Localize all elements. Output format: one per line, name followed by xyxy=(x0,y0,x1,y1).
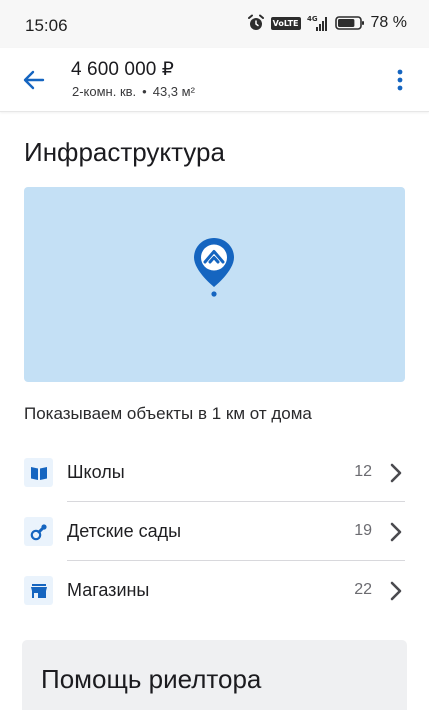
list-item-schools[interactable]: Школы 12 xyxy=(24,443,405,502)
list-item-count: 12 xyxy=(354,463,372,480)
book-icon xyxy=(24,458,53,487)
chevron-right-icon xyxy=(390,581,402,601)
chevron-right-icon xyxy=(390,522,402,542)
list-item-count: 22 xyxy=(354,581,372,598)
more-menu-button[interactable] xyxy=(387,64,413,96)
pacifier-icon xyxy=(24,517,53,546)
radius-description: Показываем объекты в 1 км от дома xyxy=(24,404,312,423)
infrastructure-map[interactable] xyxy=(24,187,405,382)
listing-subtitle: 2-комн. кв. • 43,3 м² xyxy=(72,84,195,99)
infrastructure-list: Школы 12 Детские сады 19 Магазины 22 xyxy=(24,443,405,620)
list-item-kindergartens[interactable]: Детские сады 19 xyxy=(24,502,405,561)
list-item-label: Школы xyxy=(67,462,125,482)
subtitle-separator: • xyxy=(142,84,147,99)
list-item-count: 19 xyxy=(354,522,372,539)
signal-icon: 4G xyxy=(307,15,327,31)
status-bar: 15:06 VoLTE 4G 78 % xyxy=(0,0,429,48)
list-item-label: Магазины xyxy=(67,580,150,600)
infrastructure-title: Инфраструктура xyxy=(24,137,225,167)
store-icon xyxy=(24,576,53,605)
svg-text:4G: 4G xyxy=(307,15,318,23)
more-vertical-icon xyxy=(397,69,403,91)
arrow-left-icon xyxy=(23,70,45,90)
app-bar: 4 600 000 ₽ 2-комн. кв. • 43,3 м² xyxy=(0,48,429,112)
battery-icon xyxy=(334,16,364,30)
home-location-pin-icon xyxy=(194,238,234,297)
listing-price: 4 600 000 ₽ xyxy=(71,59,174,80)
battery-percent: 78 % xyxy=(370,14,407,31)
status-time: 15:06 xyxy=(25,16,68,35)
list-item-label: Детские сады xyxy=(67,521,182,541)
back-button[interactable] xyxy=(14,62,54,98)
listing-area: 43,3 м² xyxy=(152,84,195,99)
volte-icon: VoLTE xyxy=(270,16,301,30)
realtor-help-card[interactable]: Помощь риелтора xyxy=(22,640,407,710)
listing-rooms: 2-комн. кв. xyxy=(72,84,137,99)
alarm-icon xyxy=(247,14,264,30)
chevron-right-icon xyxy=(390,463,402,483)
list-item-stores[interactable]: Магазины 22 xyxy=(24,561,405,620)
realtor-help-title: Помощь риелтора xyxy=(41,664,262,694)
status-icons: VoLTE 4G 78 % xyxy=(247,14,407,32)
